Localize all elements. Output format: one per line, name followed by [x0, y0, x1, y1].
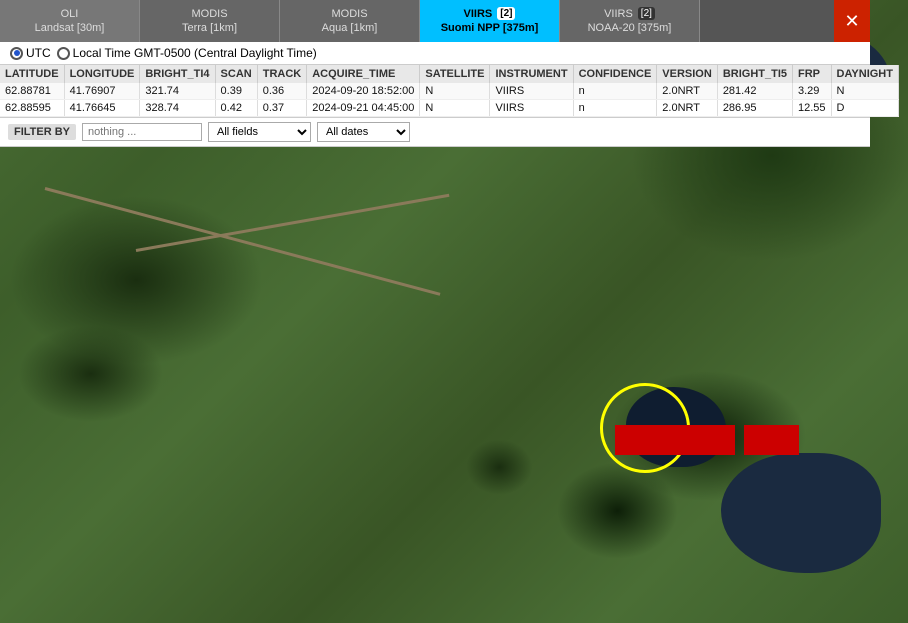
filter-date-select[interactable]: All datesTodayLast 7 daysLast 30 days: [317, 122, 410, 142]
cell-daynight: D: [831, 100, 898, 117]
filter-field-select[interactable]: All fieldsLATITUDELONGITUDESATELLITEINST…: [208, 122, 311, 142]
time-controls-bar: UTC Local Time GMT-0500 (Central Dayligh…: [0, 42, 870, 65]
col-frp: FRP: [793, 65, 832, 83]
close-button[interactable]: ✕: [834, 0, 870, 42]
tab-oli-label1: OLI: [61, 7, 79, 21]
table-row[interactable]: 62.8859541.76645328.740.420.372024-09-21…: [0, 100, 898, 117]
cell-scan: 0.42: [215, 100, 257, 117]
tab-viirs-noaa-label2: NOAA-20 [375m]: [588, 21, 672, 35]
col-bright-ti4: BRIGHT_TI4: [140, 65, 215, 83]
col-scan: SCAN: [215, 65, 257, 83]
col-instrument: INSTRUMENT: [490, 65, 573, 83]
cell-confidence: n: [573, 83, 657, 100]
cell-frp: 12.55: [793, 100, 832, 117]
cell-satellite: N: [420, 100, 490, 117]
cell-confidence: n: [573, 100, 657, 117]
tab-modis-terra[interactable]: MODIS Terra [1km]: [140, 0, 280, 42]
tab-modis-aqua-label2: Aqua [1km]: [322, 21, 378, 35]
cell-bright_ti4: 328.74: [140, 100, 215, 117]
cell-version: 2.0NRT: [657, 83, 718, 100]
tab-modis-terra-label2: Terra [1km]: [182, 21, 237, 35]
table-header-row: LATITUDE LONGITUDE BRIGHT_TI4 SCAN TRACK…: [0, 65, 898, 83]
cell-bright_ti5: 286.95: [717, 100, 792, 117]
tab-oli-label2: Landsat [30m]: [35, 21, 105, 35]
cell-track: 0.36: [257, 83, 307, 100]
col-acquire-time: ACQUIRE_TIME: [307, 65, 420, 83]
cell-longitude: 41.76645: [64, 100, 140, 117]
tab-modis-terra-label1: MODIS: [191, 7, 227, 21]
col-daynight: DAYNIGHT: [831, 65, 898, 83]
fire-hotspot-rect-1: [615, 425, 735, 455]
local-time-radio[interactable]: Local Time GMT-0500 (Central Daylight Ti…: [57, 46, 317, 60]
cell-instrument: VIIRS: [490, 100, 573, 117]
col-track: TRACK: [257, 65, 307, 83]
tab-modis-aqua[interactable]: MODIS Aqua [1km]: [280, 0, 420, 42]
cell-track: 0.37: [257, 100, 307, 117]
cell-longitude: 41.76907: [64, 83, 140, 100]
table-header: LATITUDE LONGITUDE BRIGHT_TI4 SCAN TRACK…: [0, 65, 898, 83]
tab-modis-aqua-label1: MODIS: [331, 7, 367, 21]
tab-oli[interactable]: OLI Landsat [30m]: [0, 0, 140, 42]
cell-version: 2.0NRT: [657, 100, 718, 117]
cell-acquire_time: 2024-09-21 04:45:00: [307, 100, 420, 117]
tab-viirs-npp[interactable]: VIIRS [2] Suomi NPP [375m]: [420, 0, 560, 42]
fire-data-table: LATITUDE LONGITUDE BRIGHT_TI4 SCAN TRACK…: [0, 65, 899, 117]
cell-satellite: N: [420, 83, 490, 100]
col-satellite: SATELLITE: [420, 65, 490, 83]
tab-viirs-npp-label2: Suomi NPP [375m]: [441, 21, 539, 35]
cell-latitude: 62.88781: [0, 83, 64, 100]
cell-bright_ti4: 321.74: [140, 83, 215, 100]
filter-by-label: FILTER BY: [8, 124, 76, 140]
tab-viirs-npp-label1: VIIRS: [464, 7, 493, 21]
utc-radio[interactable]: UTC: [10, 46, 51, 60]
tab-viirs-noaa[interactable]: VIIRS [2] NOAA-20 [375m]: [560, 0, 700, 42]
local-time-label: Local Time GMT-0500 (Central Daylight Ti…: [73, 46, 317, 60]
col-longitude: LONGITUDE: [64, 65, 140, 83]
cell-frp: 3.29: [793, 83, 832, 100]
cell-scan: 0.39: [215, 83, 257, 100]
filter-bar: FILTER BY All fieldsLATITUDELONGITUDESAT…: [0, 118, 870, 147]
tab-viirs-npp-badge: [2]: [497, 7, 515, 20]
table-row[interactable]: 62.8878141.76907321.740.390.362024-09-20…: [0, 83, 898, 100]
col-confidence: CONFIDENCE: [573, 65, 657, 83]
tab-viirs-noaa-label1: VIIRS: [604, 7, 633, 21]
cell-bright_ti5: 281.42: [717, 83, 792, 100]
table-body: 62.8878141.76907321.740.390.362024-09-20…: [0, 83, 898, 117]
cell-latitude: 62.88595: [0, 100, 64, 117]
data-table-container: LATITUDE LONGITUDE BRIGHT_TI4 SCAN TRACK…: [0, 65, 870, 118]
data-panel: OLI Landsat [30m] MODIS Terra [1km] MODI…: [0, 0, 870, 147]
cell-instrument: VIIRS: [490, 83, 573, 100]
filter-text-input[interactable]: [82, 123, 202, 141]
tab-bar: OLI Landsat [30m] MODIS Terra [1km] MODI…: [0, 0, 870, 42]
cell-daynight: N: [831, 83, 898, 100]
local-time-radio-dot: [57, 47, 70, 60]
col-version: VERSION: [657, 65, 718, 83]
cell-acquire_time: 2024-09-20 18:52:00: [307, 83, 420, 100]
col-bright-ti5: BRIGHT_TI5: [717, 65, 792, 83]
utc-label: UTC: [26, 46, 51, 60]
utc-radio-dot: [10, 47, 23, 60]
col-latitude: LATITUDE: [0, 65, 64, 83]
tab-viirs-noaa-badge: [2]: [638, 7, 655, 20]
fire-hotspot-rect-2: [744, 425, 799, 455]
time-radio-group: UTC Local Time GMT-0500 (Central Dayligh…: [10, 46, 317, 60]
